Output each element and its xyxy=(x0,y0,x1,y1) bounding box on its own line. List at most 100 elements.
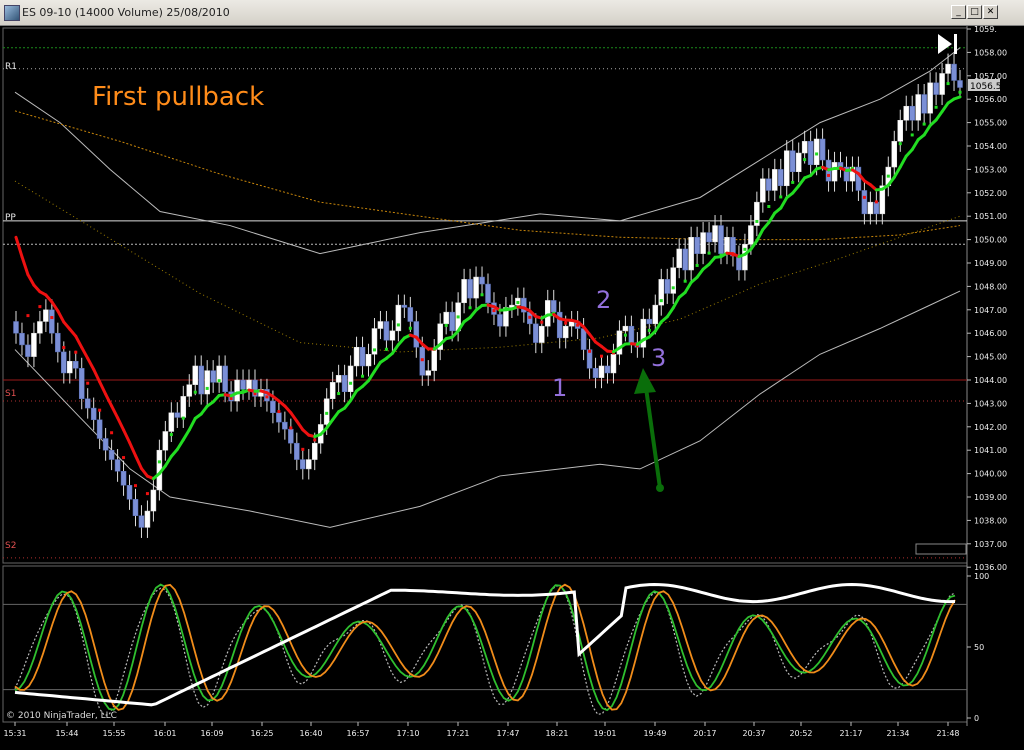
trend-dot xyxy=(384,347,388,351)
trend-dot xyxy=(205,386,209,390)
price-tick-label: 1047.00 xyxy=(974,306,1007,315)
candle-body xyxy=(533,323,539,343)
candle-body xyxy=(413,321,420,348)
close-button[interactable]: ✕ xyxy=(983,5,998,19)
trend-dot xyxy=(408,326,412,330)
pivot-label-r1: R1 xyxy=(5,62,17,72)
candle-body xyxy=(795,152,802,172)
pivot-label-s1: S1 xyxy=(5,389,16,399)
candle-body xyxy=(78,368,85,399)
candle-body xyxy=(801,141,808,154)
candle-body xyxy=(903,105,909,121)
price-tick-label: 1045.00 xyxy=(974,353,1007,362)
time-tick-label: 16:40 xyxy=(299,729,322,738)
pullback-point-2-label: 2 xyxy=(596,286,611,314)
candle-body xyxy=(951,63,957,81)
candle-body xyxy=(150,489,157,512)
candle-body xyxy=(288,428,294,444)
candle-body xyxy=(341,375,348,392)
candle-body xyxy=(168,412,175,432)
candle-body xyxy=(766,178,772,191)
trend-dot xyxy=(181,416,185,420)
trend-dot xyxy=(922,122,926,126)
oscillator-tick-label: 50 xyxy=(974,643,984,652)
candle-body xyxy=(55,332,61,353)
time-tick-label: 17:21 xyxy=(446,729,469,738)
time-tick-label: 20:17 xyxy=(693,729,716,738)
window-titlebar[interactable]: ES 09-10 (14000 Volume) 25/08/2010 _ □ ✕ xyxy=(0,0,1024,26)
candle-body xyxy=(861,190,868,215)
candle-body xyxy=(544,300,551,327)
candle-body xyxy=(652,304,659,325)
trend-dot xyxy=(791,180,795,184)
trend-dot xyxy=(122,456,126,460)
candle-body xyxy=(443,311,449,325)
price-tick-label: 1048.00 xyxy=(974,282,1007,291)
candle-body xyxy=(425,370,432,376)
price-tick-label: 1040.00 xyxy=(974,470,1007,479)
trend-dot xyxy=(62,346,66,350)
candle-body xyxy=(353,346,360,367)
trend-dot xyxy=(217,379,221,383)
candle-body xyxy=(377,321,384,329)
candle-body xyxy=(43,309,49,322)
trend-dot xyxy=(827,173,831,177)
time-tick-label: 16:09 xyxy=(200,729,223,738)
trend-dot xyxy=(528,315,532,319)
candle-body xyxy=(831,162,838,182)
time-tick-label: 18:21 xyxy=(545,729,568,738)
candle-body xyxy=(933,82,939,95)
candle-body xyxy=(49,309,55,334)
candle-body xyxy=(96,419,103,439)
candle-body xyxy=(676,248,682,268)
candle-body xyxy=(395,304,402,332)
candle-body xyxy=(592,368,599,378)
trend-dot xyxy=(193,390,197,394)
candle-body xyxy=(365,354,372,367)
trend-dot xyxy=(265,395,269,399)
trend-dot xyxy=(133,484,137,488)
candle-body xyxy=(84,398,91,409)
price-tick-label: 1058.00 xyxy=(974,48,1007,57)
trend-dot xyxy=(480,293,484,297)
candle-body xyxy=(700,232,706,254)
trend-dot xyxy=(349,381,353,385)
trend-dot xyxy=(157,460,161,464)
candle-body xyxy=(329,382,336,399)
price-tick-label: 1054.00 xyxy=(974,142,1007,151)
trend-dot xyxy=(38,305,42,309)
trend-dot xyxy=(420,358,424,362)
candle-body xyxy=(323,398,330,425)
candle-body xyxy=(497,314,503,327)
chart-canvas[interactable]: 1059.1058.001057.001056.001055.001054.00… xyxy=(0,26,1024,750)
price-tick-label: 1050.00 xyxy=(974,236,1007,245)
candle-body xyxy=(688,237,694,271)
time-tick-label: 16:57 xyxy=(346,729,369,738)
trend-dot xyxy=(50,316,54,320)
pullback-point-1-label: 1 xyxy=(552,374,567,402)
trend-dot xyxy=(372,348,376,352)
minimize-button[interactable]: _ xyxy=(951,5,966,19)
candle-body xyxy=(604,365,611,374)
trend-dot xyxy=(396,323,400,327)
chart-window-icon xyxy=(4,5,20,21)
trend-dot xyxy=(337,392,341,396)
trend-dot xyxy=(934,105,938,109)
maximize-button[interactable]: □ xyxy=(967,5,982,19)
trend-dot xyxy=(253,392,257,396)
candle-body xyxy=(957,80,963,88)
price-tick-label: 1055.00 xyxy=(974,119,1007,128)
price-tick-label: 1038.00 xyxy=(974,516,1007,525)
candle-body xyxy=(282,421,288,430)
candle-body xyxy=(204,370,210,395)
price-tick-label: 1042.00 xyxy=(974,423,1007,432)
candle-body xyxy=(807,141,814,165)
candle-body xyxy=(467,279,473,299)
candle-body xyxy=(915,94,921,121)
candle-body xyxy=(772,169,778,191)
candle-body xyxy=(622,325,629,332)
trend-dot xyxy=(671,286,675,290)
trend-dot xyxy=(683,279,687,283)
time-tick-label: 21:17 xyxy=(839,729,862,738)
candle-body xyxy=(813,138,820,165)
